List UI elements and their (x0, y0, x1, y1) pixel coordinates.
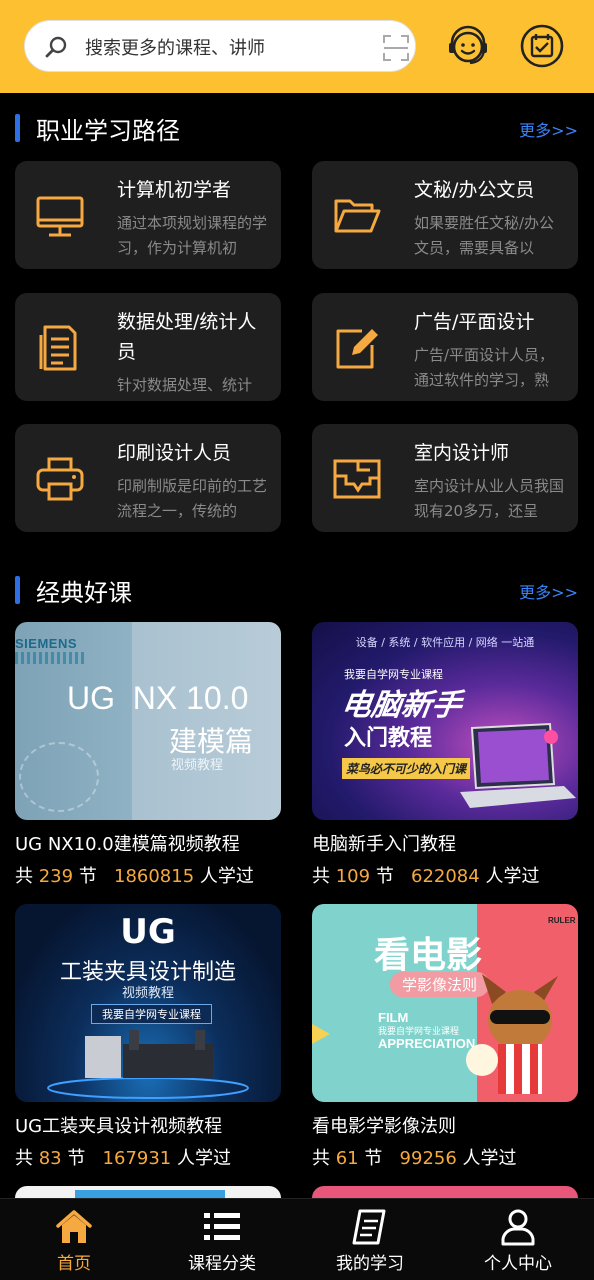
fixture-illustration (47, 1030, 249, 1099)
thumb-tag: 我要自学网专业课程 (91, 1004, 212, 1024)
career-card-title: 广告/平面设计 (414, 311, 535, 333)
thumb-subtitle: 入门教程 (344, 726, 433, 751)
learner-count: 1860815 (114, 866, 195, 887)
monitor-icon (36, 196, 84, 237)
search-placeholder: 搜索更多的课程、讲师 (85, 38, 265, 59)
course-card[interactable]: SIEMENS UG NX 10.0 建模篇 视频教程 UG NX10.0建模篇… (15, 622, 281, 888)
course-meta: 共 239 节 1860815 人学过 (15, 866, 254, 887)
course-card[interactable]: 设备 / 系统 / 软件应用 / 网络 一站通 我要自学网专业课程 电脑新手 入… (312, 622, 578, 888)
career-card[interactable]: 室内设计师 室内设计从业人员我国现有20多万，还呈 (312, 424, 578, 532)
career-card[interactable]: 文秘/办公文员 如果要胜任文秘/办公文员，需要具备以 (312, 161, 578, 269)
printer-icon (36, 457, 84, 501)
thumb-caption: 视频教程 (171, 758, 224, 773)
learner-count: 167931 (102, 1148, 172, 1169)
career-card-desc: 广告/平面设计人员，通过软件的学习，熟 (414, 346, 555, 389)
career-path-header: 职业学习路径 更多>> (0, 108, 594, 148)
thumb-top-line: 设备 / 系统 / 软件应用 / 网络 一站通 (355, 636, 535, 649)
classic-courses-header: 经典好课 更多>> (0, 570, 594, 610)
thumb-title: UG NX 10.0 (67, 680, 249, 716)
career-card[interactable]: 计算机初学者 通过本项规划课程的学习，作为计算机初 (15, 161, 281, 269)
course-card[interactable]: RULER 看电影 学影像法则 FILM 我要自学网专业课程 APPRECIAT… (312, 904, 578, 1170)
learner-count: 99256 (399, 1148, 457, 1169)
course-meta: 共 109 节 622084 人学过 (312, 866, 540, 887)
calendar-check-icon[interactable] (520, 24, 564, 68)
top-bar: 搜索更多的课程、讲师 (0, 0, 594, 93)
thumb-title: UG (120, 912, 176, 952)
bottom-tab-bar: 首页 课程分类 我的学习 个人中心 (0, 1198, 594, 1280)
career-card-title: 文秘/办公文员 (414, 179, 535, 201)
career-card[interactable]: 印刷设计人员 印刷制版是印前的工艺流程之一，传统的 (15, 424, 281, 532)
floorplan-icon (333, 459, 381, 499)
career-card-desc: 针对数据处理、统计 (117, 376, 253, 393)
folder-icon (334, 199, 381, 233)
career-card-title: 室内设计师 (414, 442, 510, 464)
career-card-desc: 通过本项规划课程的学习，作为计算机初 (117, 214, 267, 257)
course-title: UG工装夹具设计视频教程 (15, 1116, 223, 1137)
lesson-count: 239 (38, 866, 74, 887)
course-thumbnail[interactable]: UG 工装夹具设计制造 视频教程 我要自学网专业课程 (15, 904, 281, 1102)
laptop-illustration (460, 722, 576, 808)
tab-label: 首页 (57, 1254, 91, 1274)
play-triangle-decor (312, 1024, 330, 1044)
search-bar[interactable]: 搜索更多的课程、讲师 (24, 20, 416, 72)
category-list-icon (204, 1213, 240, 1240)
course-card[interactable]: UG 工装夹具设计制造 视频教程 我要自学网专业课程 UG工装夹具设计视频教程 … (15, 904, 281, 1170)
course-meta: 共 61 节 99256 人学过 (312, 1148, 517, 1169)
tab-profile[interactable]: 个人中心 (444, 1199, 592, 1280)
scan-icon[interactable] (382, 34, 410, 62)
section-accent-bar (15, 114, 20, 142)
tab-label: 个人中心 (484, 1254, 552, 1274)
course-title: UG NX10.0建模篇视频教程 (15, 834, 240, 855)
classic-more-link[interactable]: 更多>> (519, 579, 578, 603)
tab-my-learning[interactable]: 我的学习 (296, 1199, 444, 1280)
career-card[interactable]: 广告/平面设计 广告/平面设计人员，通过软件的学习，熟 (312, 293, 578, 401)
home-icon (56, 1210, 92, 1243)
course-title: 电脑新手入门教程 (312, 834, 456, 855)
section-accent-bar (15, 576, 20, 604)
search-icon (45, 36, 67, 58)
career-card[interactable]: 数据处理/统计人员 针对数据处理、统计 (15, 293, 281, 401)
tab-home[interactable]: 首页 (0, 1199, 148, 1280)
career-card-desc: 室内设计从业人员我国现有20多万，还呈 (414, 477, 564, 520)
thumb-pattern (15, 652, 85, 664)
thumb-caption: 视频教程 (121, 986, 174, 1001)
section-title: 经典好课 (36, 579, 132, 607)
edit-icon (336, 329, 378, 369)
course-meta: 共 83 节 167931 人学过 (15, 1148, 231, 1169)
course-thumbnail[interactable]: RULER 看电影 学影像法则 FILM 我要自学网专业课程 APPRECIAT… (312, 904, 578, 1102)
section-title: 职业学习路径 (36, 117, 180, 145)
career-card-title: 印刷设计人员 (117, 442, 232, 464)
tab-categories[interactable]: 课程分类 (148, 1199, 296, 1280)
career-card-desc: 印刷制版是印前的工艺流程之一，传统的 (117, 477, 267, 520)
dog-popcorn-illustration (466, 974, 558, 1094)
career-card-title: 计算机初学者 (117, 179, 232, 201)
lesson-count: 109 (335, 866, 371, 887)
learner-count: 622084 (411, 866, 480, 887)
decor-dot (544, 730, 558, 744)
thumb-brand: RULER (548, 916, 576, 925)
career-more-link[interactable]: 更多>> (519, 117, 578, 141)
course-thumbnail[interactable]: SIEMENS UG NX 10.0 建模篇 视频教程 (15, 622, 281, 820)
lesson-count: 83 (38, 1148, 62, 1169)
notebook-icon (352, 1209, 386, 1245)
thumb-en-1: FILM (378, 1010, 409, 1025)
gear-decoration (19, 742, 99, 812)
tab-label: 课程分类 (188, 1254, 256, 1274)
career-card-desc: 如果要胜任文秘/办公文员，需要具备以 (414, 214, 555, 257)
document-icon (39, 325, 77, 371)
thumb-en-2: APPRECIATION (378, 1036, 476, 1051)
thumb-title: 电脑新手 (339, 688, 464, 723)
thumb-brand: SIEMENS (15, 636, 78, 651)
career-card-title: 数据处理/统计人员 (117, 311, 257, 363)
course-title: 看电影学影像法则 (312, 1116, 456, 1137)
course-thumbnail[interactable]: 设备 / 系统 / 软件应用 / 网络 一站通 我要自学网专业课程 电脑新手 入… (312, 622, 578, 820)
user-icon (501, 1209, 535, 1246)
tab-label: 我的学习 (336, 1254, 404, 1274)
lesson-count: 61 (335, 1148, 359, 1169)
customer-service-icon[interactable] (446, 24, 490, 68)
